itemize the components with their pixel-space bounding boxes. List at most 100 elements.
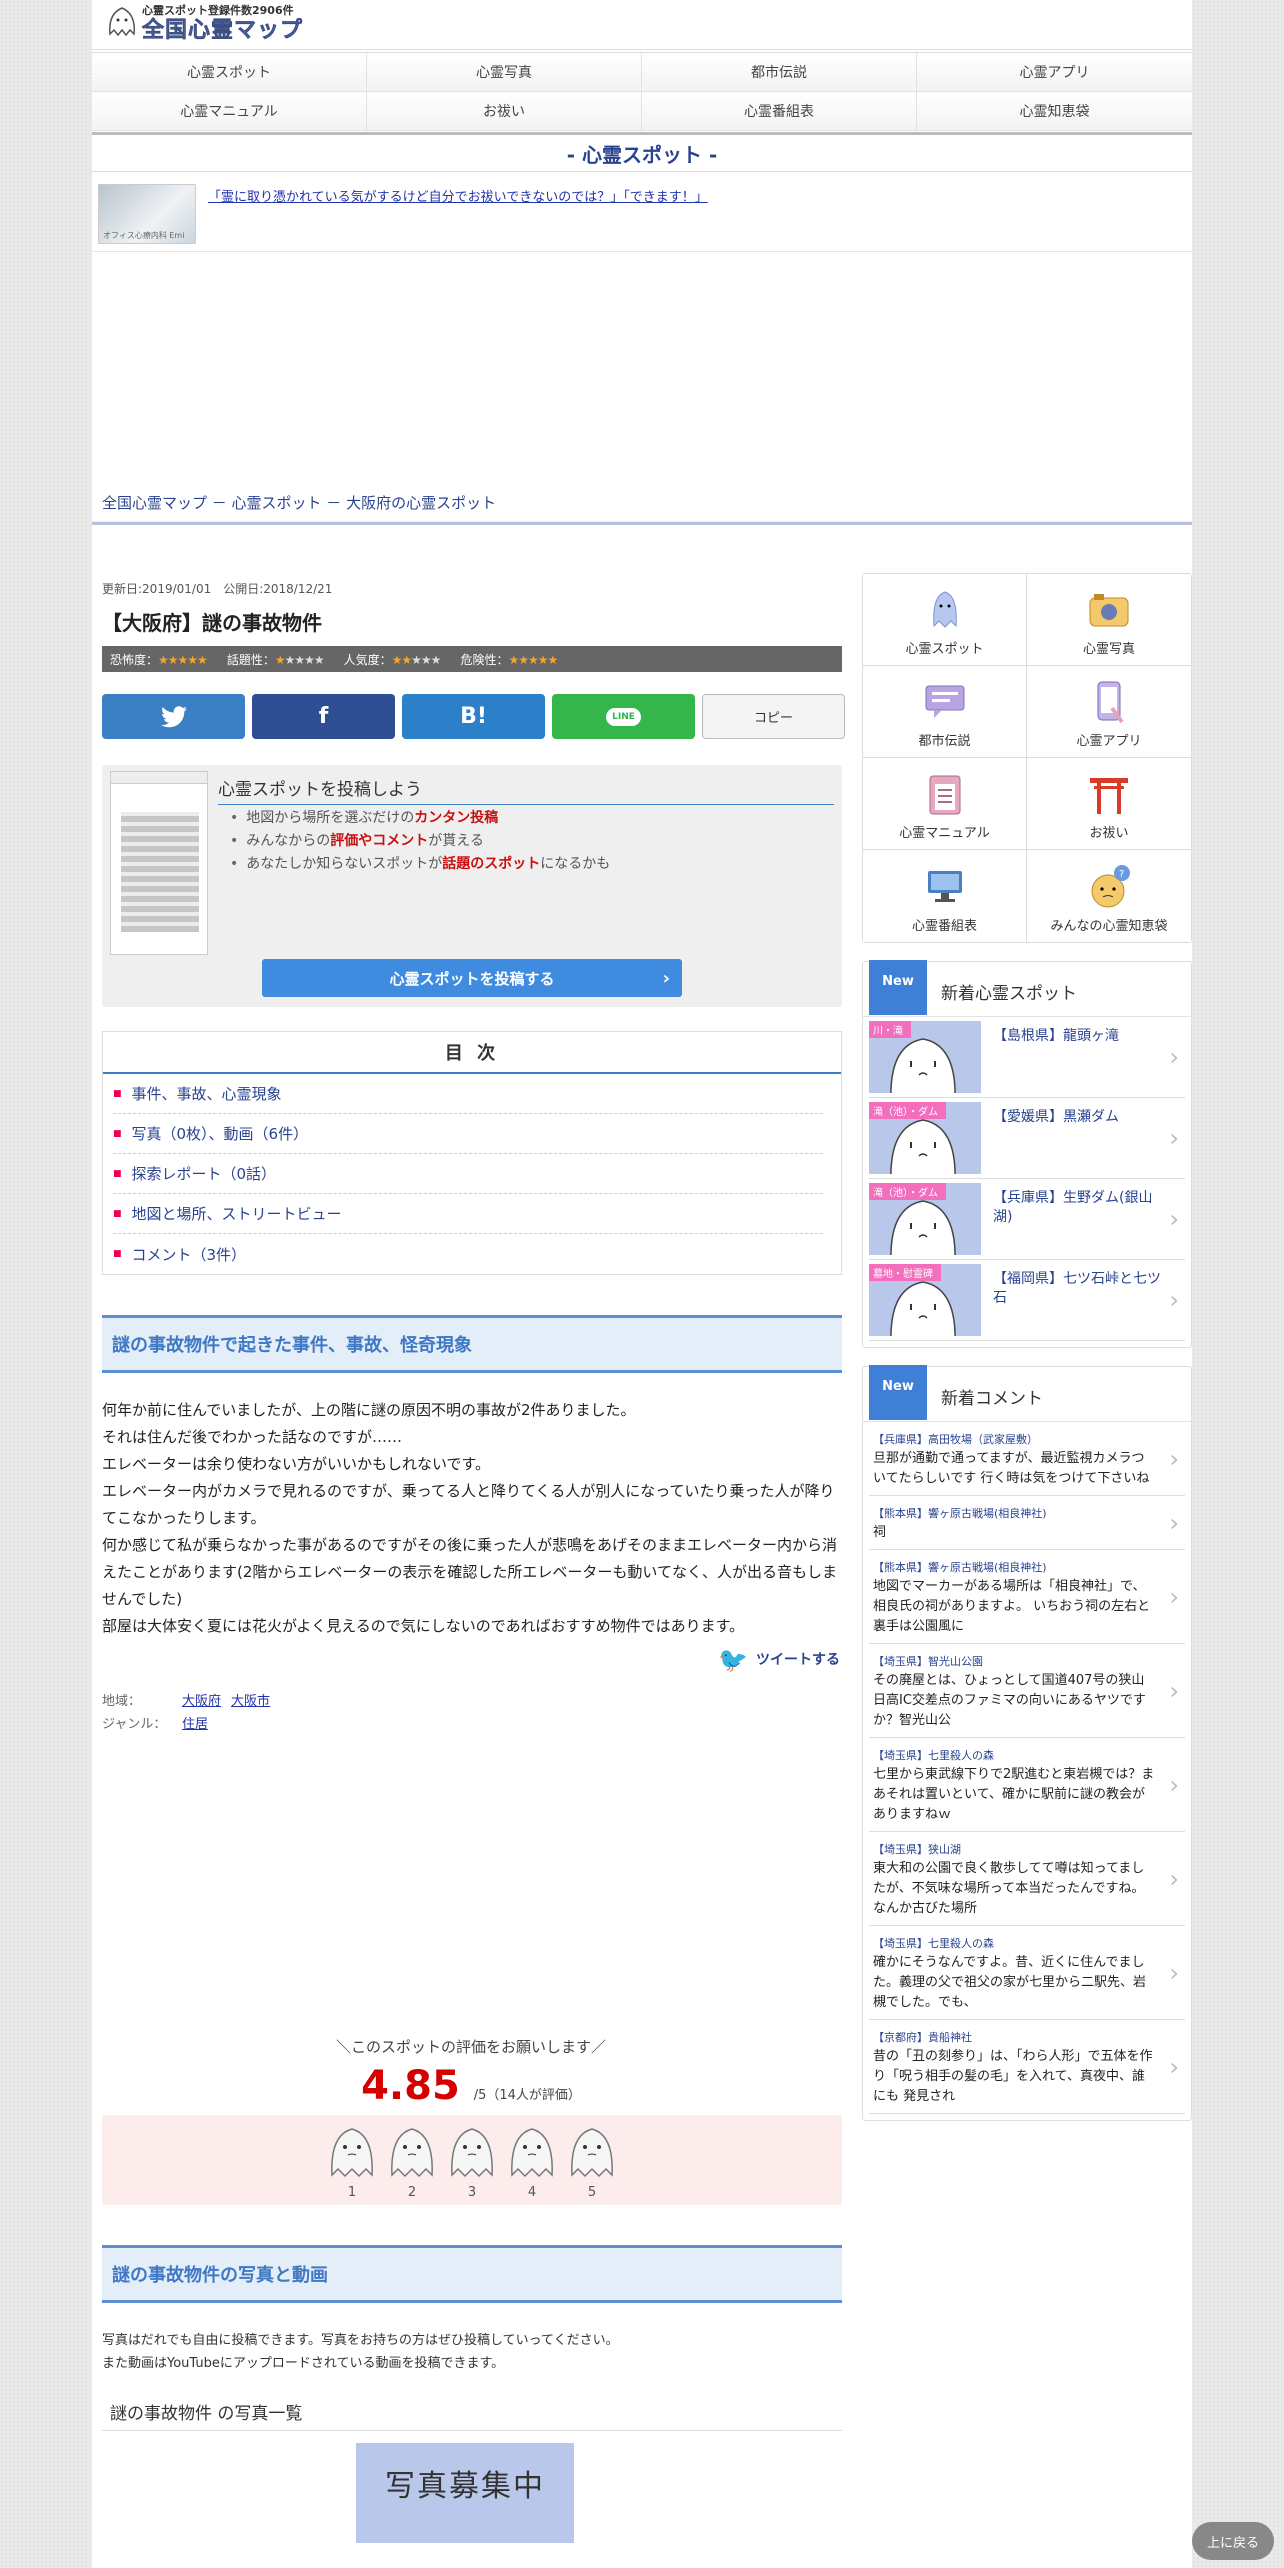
spots-ghost-icon (932, 591, 957, 628)
bullet-icon: ■ (113, 1168, 122, 1179)
comment-item[interactable]: 【埼玉県】狭山湖 東大和の公園で良く散歩してて噂は知ってましたが、不気味な場所って… (869, 1832, 1185, 1926)
region-pref-link[interactable]: 大阪府 (182, 1690, 221, 1713)
section-title: - 心霊スポット - (92, 132, 1192, 172)
ghost-icon (890, 1119, 956, 1174)
photo-placeholder[interactable]: 写真募集中 (356, 2443, 574, 2543)
region-city-link[interactable]: 大阪市 (231, 1690, 270, 1713)
site-logo[interactable]: 心霊スポット登録件数2906件 全国心霊マップ (106, 4, 303, 44)
rating-option-1[interactable]: 1 (326, 2123, 378, 2205)
twitter-icon (160, 705, 187, 727)
page-title: 【大阪府】謎の事故物件 (102, 611, 322, 635)
breadcrumb[interactable]: 全国心霊マップ － 心霊スポット － 大阪府の心霊スポット (102, 492, 496, 513)
chevron-right-icon: › (1169, 1958, 1179, 1987)
nav-exorcism[interactable]: お祓い (367, 92, 642, 131)
camera-icon (1089, 594, 1129, 627)
comment-item[interactable]: 【京都府】貴船神社 昔の「丑の刻参り」は、「わら人形」で五体を作り「呪う相手の髪の… (869, 2020, 1185, 2114)
copy-button[interactable]: コピー (702, 694, 845, 739)
chevron-right-icon: › (1169, 1508, 1179, 1537)
list-item[interactable]: 川・滝 【島根県】龍頭ヶ滝 › (869, 1017, 1185, 1098)
category-chat[interactable]: 都市伝説 (863, 666, 1027, 758)
nav-manual[interactable]: 心霊マニュアル (92, 92, 367, 131)
list-item[interactable]: 墓地・慰霊碑 【福岡県】七ツ石峠と七ツ石 › (869, 1260, 1185, 1341)
nav-tv-schedule[interactable]: 心霊番組表 (642, 92, 917, 131)
facebook-share-button[interactable]: f (252, 694, 395, 739)
nav-spots[interactable]: 心霊スポット (92, 53, 367, 92)
smartphone-icon (1097, 681, 1124, 724)
line-share-button[interactable]: LINE (552, 694, 695, 739)
category-monitor[interactable]: 心霊番組表 (863, 850, 1027, 942)
comment-item[interactable]: 【埼玉県】智光山公園 その廃屋とは、ひょっとして国道407号の狭山日高IC交差点の… (869, 1644, 1185, 1738)
comment-item[interactable]: 【埼玉県】七里殺人の森 七里から東武線下りで2駅進むと東岩槻では？まあそれは置いと… (869, 1738, 1185, 1832)
category-spots-ghost[interactable]: 心霊スポット (863, 574, 1027, 666)
new-spots-panel: New 新着心霊スポット 川・滝 【島根県】龍頭ヶ滝 › 滝（池）・ダム 【愛媛県】黒瀬… (862, 960, 1192, 1348)
ghost-icon (511, 2128, 553, 2178)
bullet-icon: ■ (113, 1088, 122, 1099)
article-dates: 更新日:2019/01/01 公開日:2018/12/21 (102, 582, 333, 596)
toc-item-incidents[interactable]: ■ 事件、事故、心霊現象 (113, 1074, 823, 1114)
rating-bar: 恐怖度：★★★★★ 話題性：★★★★★ 人気度：★★★★★ 危険性：★★★★★ (102, 646, 842, 672)
ad-thumb-caption: オフィス心療内科 Emi (103, 231, 185, 240)
chevron-right-icon: › (1169, 1124, 1179, 1152)
nav-qa[interactable]: 心霊知恵袋 (917, 92, 1192, 131)
post-spot-button[interactable]: 心霊スポットを投稿する › (262, 959, 682, 997)
category-camera[interactable]: 心霊写真 (1027, 574, 1191, 666)
category-smartphone[interactable]: 心霊アプリ (1027, 666, 1191, 758)
post-box-title: 心霊スポットを投稿しよう (218, 775, 834, 805)
ad-link[interactable]: 「霊に取り憑かれている気がするけど自分でお祓いできないのでは？」「できます！」 (208, 186, 708, 205)
category-torii[interactable]: お祓い (1027, 758, 1191, 850)
ghost-icon (451, 2128, 493, 2178)
comment-item[interactable]: 【熊本県】響ヶ原古戦場(相良神社) 地図でマーカーがある場所は「相良神社」で、相良… (869, 1550, 1185, 1644)
chevron-right-icon: › (1169, 1043, 1179, 1071)
rating-option-5[interactable]: 5 (566, 2123, 618, 2205)
spot-thumbnail: 川・滝 (869, 1021, 981, 1093)
photo-list-title: 謎の事故物件 の写真一覧 (102, 2399, 842, 2431)
tweet-link[interactable]: 🐦 ツイートする (92, 1646, 840, 1674)
back-to-top-button[interactable]: 上に戻る (1192, 2522, 1274, 2560)
toc-item-map[interactable]: ■ 地図と場所、ストリートビュー (113, 1194, 823, 1234)
rating-item: 話題性：★★★★★ (226, 652, 325, 667)
global-nav: 心霊スポット 心霊写真 都市伝説 心霊アプリ 心霊マニュアル お祓い 心霊番組表… (92, 52, 1192, 131)
chevron-right-icon: › (1169, 1205, 1179, 1233)
share-buttons: f B! LINE コピー (102, 694, 850, 739)
comment-item[interactable]: 【兵庫県】高田牧場（武家屋敷） 旦那が通勤で通ってますが、最近監視カメラついてたら… (869, 1422, 1185, 1496)
comment-item[interactable]: 【埼玉県】七里殺人の森 確かにそうなんですよ。昔、近くに住んでました。義理の父で祖… (869, 1926, 1185, 2020)
list-item[interactable]: 滝（池）・ダム 【兵庫県】生野ダム(銀山湖) › (869, 1179, 1185, 1260)
rating-option-2[interactable]: 2 (386, 2123, 438, 2205)
rating-option-4[interactable]: 4 (506, 2123, 558, 2205)
genre-link[interactable]: 住居 (182, 1713, 208, 1736)
category-question-face[interactable]: ? みんなの心霊知恵袋 (1027, 850, 1191, 942)
bullet-icon: ■ (113, 1208, 122, 1219)
ghost-icon (571, 2128, 613, 2178)
ad-banner: オフィス心療内科 Emi 「霊に取り憑かれている気がするけど自分でお祓いできない… (92, 172, 1192, 252)
toc-item-photos[interactable]: ■ 写真（0枚）、動画（6件） (113, 1114, 823, 1154)
nav-photos[interactable]: 心霊写真 (367, 53, 642, 92)
new-spots-title: 新着心霊スポット (941, 984, 1077, 1004)
list-item: 地図から場所を選ぶだけのカンタン投稿 (230, 807, 610, 830)
photos-intro: 写真はだれでも自由に投稿できます。写真をお持ちの方はぜひ投稿していってください。… (102, 2333, 619, 2371)
category-clipboard[interactable]: 心霊マニュアル (863, 758, 1027, 850)
ad-thumbnail[interactable]: オフィス心療内科 Emi (98, 184, 196, 244)
spot-thumbnail: 滝（池）・ダム (869, 1102, 981, 1174)
hatena-bookmark-button[interactable]: B! (402, 694, 545, 739)
twitter-share-button[interactable] (102, 694, 245, 739)
rating-option-3[interactable]: 3 (446, 2123, 498, 2205)
rating-item: 人気度：★★★★★ (343, 652, 442, 667)
ad-space: 全国心霊マップ － 心霊スポット － 大阪府の心霊スポット (92, 252, 1192, 522)
ghost-logo-icon (109, 7, 135, 37)
list-item: あなたしか知らないスポットが話題のスポットになるかも (230, 853, 610, 876)
chevron-right-icon: › (1169, 1864, 1179, 1893)
nav-apps[interactable]: 心霊アプリ (917, 53, 1192, 92)
nav-legends[interactable]: 都市伝説 (642, 53, 917, 92)
rating-item: 危険性：★★★★★ (460, 652, 558, 667)
star-rating-icon: ★★★★★ (391, 652, 442, 667)
toc-item-comments[interactable]: ■ コメント（3件） (113, 1234, 823, 1274)
story-text: 何年か前に住んでいましたが、上の階に謎の原因不明の事故が2件ありました。 それは… (102, 1401, 838, 1635)
chevron-right-icon: › (1169, 2052, 1179, 2081)
comment-item[interactable]: 【熊本県】響ヶ原古戦場(相良神社) 祠 › (869, 1496, 1185, 1550)
list-item[interactable]: 滝（池）・ダム 【愛媛県】黒瀬ダム › (869, 1098, 1185, 1179)
chevron-right-icon: › (1169, 1286, 1179, 1314)
genre-row: ジャンル： 住居 (102, 1713, 850, 1736)
rating-item: 恐怖度：★★★★★ (110, 652, 208, 667)
toc-item-reports[interactable]: ■ 探索レポート（0話） (113, 1154, 823, 1194)
spot-thumbnail: 滝（池）・ダム (869, 1183, 981, 1255)
